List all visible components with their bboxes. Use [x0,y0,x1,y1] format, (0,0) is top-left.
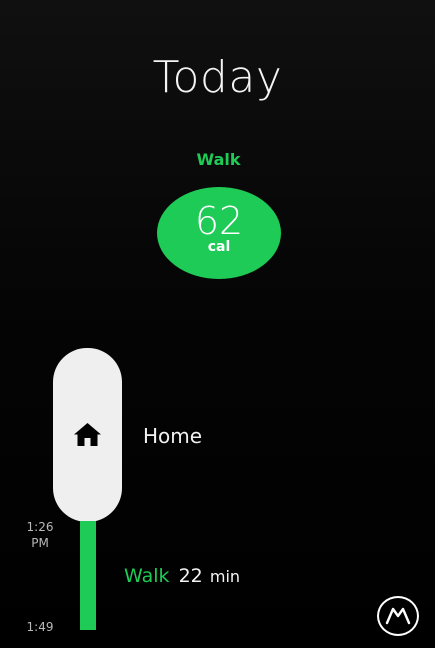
activity-segment-walk[interactable]: Walk 22 min [124,565,240,587]
home-icon [74,423,101,446]
activity-name: Walk [124,565,170,587]
activity-duration-unit: min [209,567,241,586]
place-segment-home[interactable] [53,348,122,522]
walk-activity-bar[interactable] [80,521,96,630]
activity-duration: 22 [178,565,203,587]
segment-start-time: 1:26 PM [26,520,54,550]
summary-activity-label: Walk [196,150,241,169]
segment-end-time: 1:49 [26,620,54,634]
place-label[interactable]: Home [143,424,202,448]
app-menu-button[interactable] [377,596,419,636]
page-title: Today [152,52,283,103]
calories-unit: cal [207,239,231,255]
moves-logo-icon [385,607,411,625]
calories-value: 62 [194,199,244,243]
activity-summary-bubble[interactable]: 62 cal [157,187,281,279]
